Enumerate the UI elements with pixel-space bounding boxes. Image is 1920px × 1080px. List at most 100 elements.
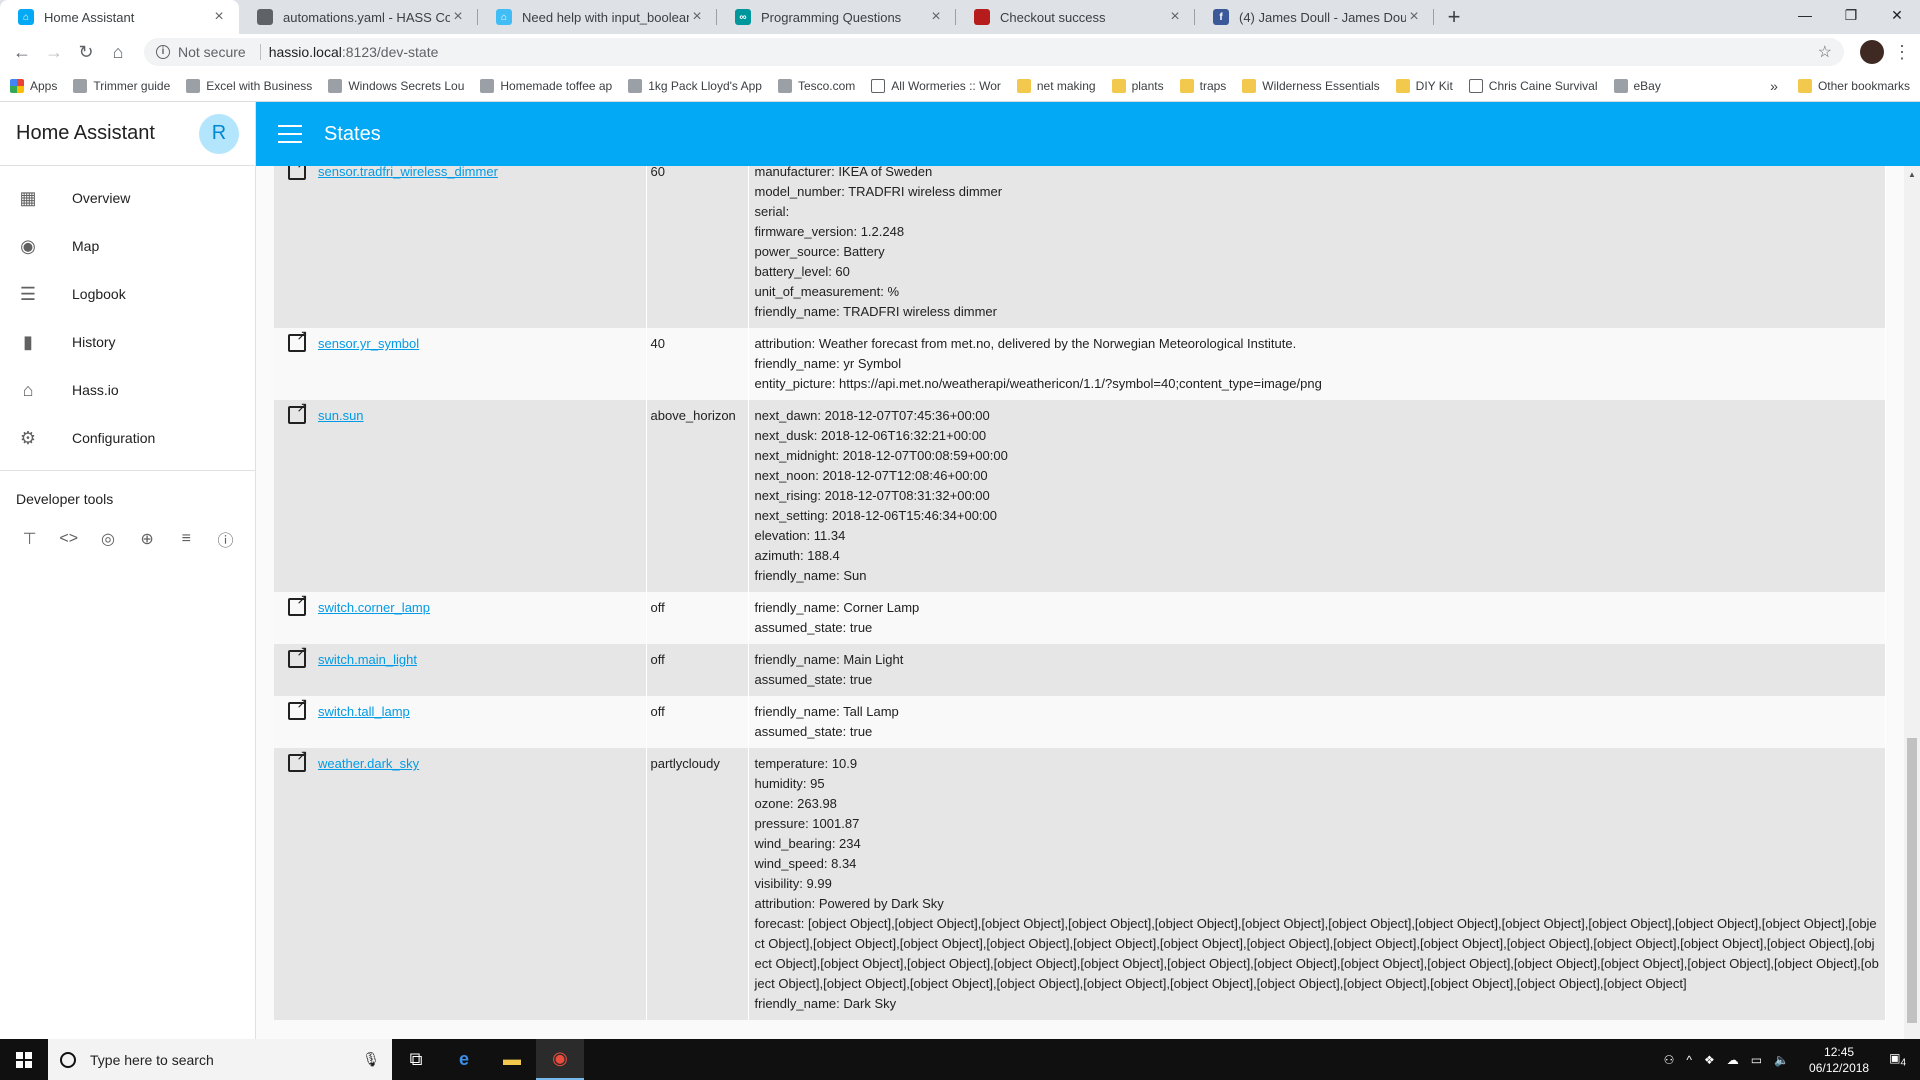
close-window-icon[interactable]: ✕ [1874,0,1920,30]
entity-cell: switch.tall_lamp [274,696,647,748]
bookmark-item[interactable]: plants [1111,78,1164,93]
file-explorer-icon[interactable]: ▬ [488,1039,536,1080]
home-icon[interactable]: ⌂ [104,38,132,66]
bookmark-item[interactable]: 1kg Pack Lloyd's App [628,78,762,93]
tray-overflow-icon[interactable]: ^ [1686,1053,1692,1067]
tab-close-icon[interactable]: × [211,8,227,26]
sidebar-item-configuration[interactable]: ⚙ Configuration [0,414,255,462]
sidebar-item-overview[interactable]: ▦ Overview [0,174,255,222]
entity-link[interactable]: sun.sun [318,408,364,423]
taskbar-search[interactable]: Type here to search 🎙 [48,1039,392,1080]
back-icon[interactable]: ← [8,38,36,66]
volume-icon[interactable]: 🔈 [1774,1053,1789,1067]
people-icon[interactable]: ⚇ [1664,1053,1675,1067]
open-in-new-icon[interactable] [288,166,308,180]
user-avatar[interactable]: R [199,113,239,154]
browser-menu-icon[interactable]: ⋮ [1892,42,1912,63]
task-view-icon[interactable]: ⧉ [392,1039,440,1080]
tab-label: Home Assistant [44,9,135,25]
scrollbar-thumb[interactable] [1907,738,1917,1023]
developer-tools-title: Developer tools [16,491,114,507]
clock[interactable]: 12:45 06/12/2018 [1809,1044,1869,1076]
browser-tab[interactable]: ∞ Programming Questions × [717,0,956,34]
bookmark-item[interactable]: DIY Kit [1395,78,1453,93]
sidebar-item-map[interactable]: ◉ Map [0,222,255,270]
open-in-new-icon[interactable] [288,748,308,772]
events-icon[interactable]: ◎ [88,519,127,559]
network-icon[interactable]: ▭ [1751,1053,1762,1067]
browser-tab[interactable]: Checkout success × [956,0,1195,34]
entity-link[interactable]: weather.dark_sky [318,756,419,771]
chrome-icon[interactable]: ◉ [536,1039,584,1080]
bookmark-item[interactable]: Chris Caine Survival [1468,78,1598,93]
forward-icon[interactable]: → [40,38,68,66]
bookmark-item[interactable]: All Wormeries :: Wor [871,78,1001,93]
open-in-new-icon[interactable] [288,400,308,424]
onedrive-icon[interactable]: ☁ [1727,1053,1739,1067]
bookmark-item[interactable]: Wilderness Essentials [1242,78,1380,93]
bookmark-item[interactable]: Windows Secrets Lou [328,78,464,93]
edge-icon[interactable]: e [440,1039,488,1080]
tab-close-icon[interactable]: × [450,8,466,26]
address-bar[interactable]: i Not secure hassio.local :8123/dev-stat… [144,38,1844,66]
open-in-new-icon[interactable] [288,644,308,668]
tab-close-icon[interactable]: × [1406,8,1422,26]
bookmarks-overflow-icon[interactable]: » [1770,78,1778,94]
configuration-icon: ⚙ [19,427,37,448]
notifications-icon[interactable]: ▣4 [1889,1051,1906,1068]
info-icon[interactable]: i [156,45,170,59]
tab-close-icon[interactable]: × [1167,8,1183,26]
start-button[interactable] [0,1039,48,1080]
attribute-line: friendly_name: Tall Lamp [754,704,899,719]
states-icon[interactable]: ⊕ [128,519,167,559]
services-icon[interactable]: ⊤ [10,519,49,559]
open-in-new-icon[interactable] [288,696,308,720]
scroll-up-icon[interactable]: ▲ [1908,170,1916,179]
microphone-icon[interactable]: 🎙 [362,1051,380,1068]
restore-icon[interactable]: ❐ [1828,0,1874,30]
template-icon[interactable]: <> [49,519,88,559]
bookmark-item[interactable]: Tesco.com [777,78,855,93]
reload-icon[interactable]: ↻ [72,38,100,66]
info-icon[interactable]: ⓘ [206,519,245,559]
sidebar-item-hass-io[interactable]: ⌂ Hass.io [0,366,255,414]
minimize-icon[interactable]: — [1782,0,1828,30]
browser-tab[interactable]: ⌂ Home Assistant × [0,0,239,34]
open-in-new-icon[interactable] [288,592,308,616]
dropbox-icon[interactable]: ❖ [1704,1053,1715,1067]
table-row: sun.sunabove_horizonnext_dawn: 2018-12-0… [274,400,1886,592]
profile-avatar[interactable] [1860,40,1884,64]
browser-tab[interactable]: ⌂ Need help with input_boolean in × [478,0,717,34]
entity-link[interactable]: sensor.tradfri_wireless_dimmer [318,166,498,179]
attributes-cell: next_dawn: 2018-12-07T07:45:36+00:00 next… [748,400,1886,592]
entity-link[interactable]: switch.corner_lamp [318,600,430,615]
bookmark-item[interactable]: Excel with Business [186,78,312,93]
tab-close-icon[interactable]: × [928,8,944,26]
clock-time: 12:45 [1824,1044,1855,1059]
browser-tab[interactable]: automations.yaml - HASS Config× [239,0,478,34]
new-tab-button[interactable]: + [1440,0,1468,34]
bookmark-item[interactable]: Apps [10,78,57,93]
sidebar-item-history[interactable]: ▮ History [0,318,255,366]
entity-link[interactable]: switch.main_light [318,652,417,667]
bookmark-star-icon[interactable]: ☆ [1818,42,1832,62]
other-bookmarks[interactable]: Other bookmarks [1797,78,1910,93]
attribute-line: azimuth: 188.4 [754,548,840,563]
bookmark-item[interactable]: Trimmer guide [73,78,170,93]
bookmark-label: DIY Kit [1415,78,1453,93]
entity-link[interactable]: switch.tall_lamp [318,704,410,719]
sidebar-item-logbook[interactable]: ☰ Logbook [0,270,255,318]
entity-link[interactable]: sensor.yr_symbol [318,336,419,351]
browser-tab[interactable]: f (4) James Doull - James Doull sh× [1195,0,1434,34]
attribute-line: next_noon: 2018-12-07T12:08:46+00:00 [754,468,988,483]
menu-icon[interactable] [278,125,302,143]
bookmark-item[interactable]: eBay [1613,78,1661,93]
bookmark-item[interactable]: Homemade toffee ap [480,78,612,93]
bookmark-item[interactable]: traps [1179,78,1226,93]
logs-icon[interactable]: ≡ [167,519,206,559]
system-tray: ⚇ ^ ❖ ☁ ▭ 🔈 12:45 06/12/2018 ▣4 [1658,1044,1920,1076]
open-in-new-icon[interactable] [288,328,308,352]
tab-close-icon[interactable]: × [689,8,705,26]
scrollbar[interactable]: ▲ [1904,166,1920,1039]
bookmark-item[interactable]: net making [1016,78,1096,93]
